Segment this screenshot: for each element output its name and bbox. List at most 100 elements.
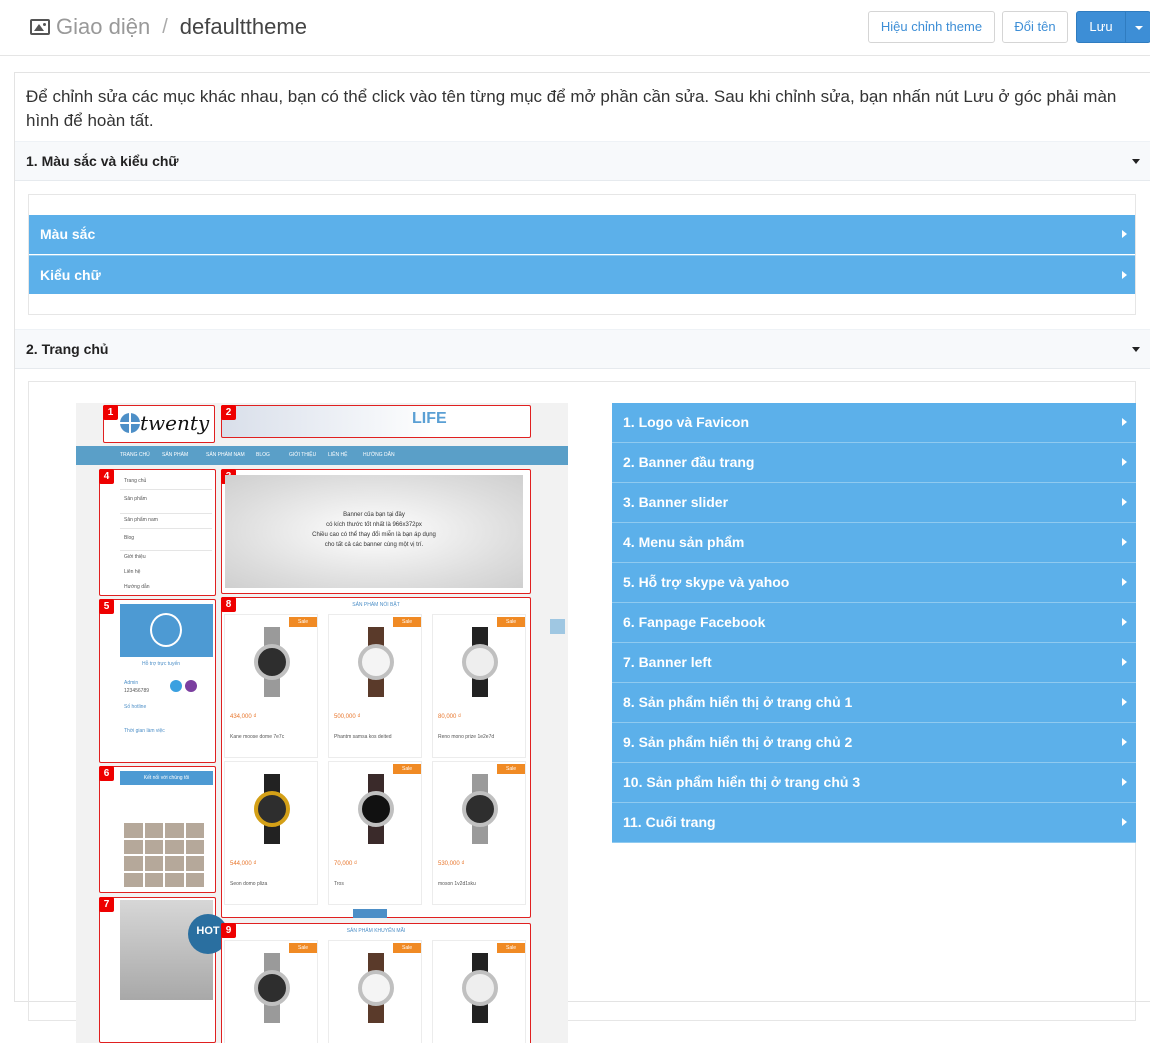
item-label: 3. Banner slider [623,494,729,510]
caret-right-icon [1122,498,1127,506]
item-products-1[interactable]: 8. Sản phẩm hiển thị ở trang chủ 1 [612,683,1136,723]
item-label: 2. Banner đầu trang [623,454,755,470]
menu-item: Sản phẩm [124,496,147,502]
slider-line: Chiều cao có thể thay đổi miễn là bạn áp… [312,532,436,538]
product-card[interactable]: Sale 530,000 ₫ moson 1v2d1sku [432,761,526,905]
caret-right-icon [1122,618,1127,626]
zone-facebook[interactable]: 6 Kết nối với chúng tôi [99,766,216,893]
slider-text: Banner của bạn tại đây có kích thước tốt… [225,510,523,550]
zone-products-1[interactable]: 8 SẢN PHẨM NỔI BẬT Sale 434,000 ₫ Kane m… [221,597,531,918]
view-more-button[interactable] [353,909,387,918]
product-name: Seon domo pliza [230,881,268,887]
section-header-homepage[interactable]: 2. Trang chủ [15,329,1150,369]
zone-product-menu[interactable]: 4 Trang chủ Sản phẩm Sản phẩm nam Blog G… [99,469,216,596]
menu-item: Trang chủ [124,478,147,484]
nav-item: TRANG CHỦ [120,452,150,458]
skype-icon[interactable] [170,680,182,692]
watch-image [457,953,503,1023]
item-label: 1. Logo và Favicon [623,414,750,430]
product-name: Tros [334,881,344,887]
nav-item: LIÊN HỆ [328,452,348,458]
caret-right-icon [1122,658,1127,666]
rename-button[interactable]: Đổi tên [1002,11,1068,43]
section-title: 2. Trang chủ [26,341,109,357]
item-products-3[interactable]: 10. Sản phẩm hiển thị ở trang chủ 3 [612,763,1136,803]
breadcrumb-root[interactable]: Giao diện [56,14,150,40]
nav-item: HƯỚNG DẪN [363,452,395,458]
item-footer[interactable]: 11. Cuối trang [612,803,1136,843]
breadcrumb: Giao diện / defaulttheme [30,14,307,40]
product-name: Reno mono prize 1e2e7d [438,734,495,740]
item-fanpage[interactable]: 6. Fanpage Facebook [612,603,1136,643]
caret-right-icon [1122,578,1127,586]
support-time: Thời gian làm việc [124,728,165,734]
item-banner-left[interactable]: 7. Banner left [612,643,1136,683]
support-hotline: Số hotline [124,704,147,710]
yahoo-icon[interactable] [185,680,197,692]
section-header-colors-fonts[interactable]: 1. Màu sắc và kiểu chữ [15,141,1150,181]
item-colors[interactable]: Màu sắc [29,215,1135,254]
product-price: 544,000 ₫ [230,861,257,867]
item-label: 8. Sản phẩm hiển thị ở trang chủ 1 [623,694,853,710]
menu-divider [120,528,212,529]
product-card[interactable]: Sale 80,000 ₫ Reno mono prize 1e2e7d [432,614,526,758]
homepage-preview: 1 twenty 2 LIFE TRANG CHỦ SẢN PHẨM SẢN P… [76,403,568,1043]
item-support[interactable]: 5. Hỗ trợ skype và yahoo [612,563,1136,603]
zone-top-banner[interactable]: 2 LIFE [221,405,531,438]
product-card[interactable]: Sale [224,940,318,1043]
zone-logo[interactable]: 1 twenty [103,405,215,443]
save-dropdown-button[interactable] [1125,11,1150,43]
item-label: Kiểu chữ [40,267,101,283]
watch-image [249,953,295,1023]
product-price: 434,000 ₫ [230,714,257,720]
caret-right-icon [1122,818,1127,826]
edit-theme-button[interactable]: Hiệu chỉnh theme [868,11,995,43]
save-button[interactable]: Lưu [1076,11,1126,43]
zone-number: 2 [221,405,236,420]
preview-nav: TRANG CHỦ SẢN PHẨM SẢN PHẨM NAM BLOG GIỚ… [76,446,568,465]
zone-number: 6 [99,766,114,781]
zone-banner-left[interactable]: 7 HOT [99,897,228,1043]
product-price: 70,000 ₫ [334,861,358,867]
sale-badge: Sale [393,617,421,627]
support-header [120,604,213,657]
zone-number: 5 [99,599,114,614]
sale-badge: Sale [289,943,317,953]
products-title: SẢN PHẨM KHUYẾN MÃI [346,928,406,934]
nav-item: SẢN PHẨM [162,452,189,458]
product-card[interactable]: 544,000 ₫ Seon domo pliza [224,761,318,905]
slider-line: cho tất cả các banner cùng một vị trí. [324,542,424,548]
product-card[interactable]: Sale [432,940,526,1043]
item-banner-slider[interactable]: 3. Banner slider [612,483,1136,523]
section-title: 1. Màu sắc và kiểu chữ [26,153,179,169]
item-top-banner[interactable]: 2. Banner đầu trang [612,443,1136,483]
watch-image [249,627,295,697]
menu-item: Liên hệ [124,569,141,575]
menu-item: Blog [124,535,135,541]
banner-left-image: HOT [120,900,228,1000]
zone-support[interactable]: 5 Hỗ trợ trực tuyến Admin 123456789 Số h… [99,599,216,763]
menu-item: Sản phẩm nam [124,517,158,523]
nav-item: SẢN PHẨM NAM [206,452,245,458]
item-logo-favicon[interactable]: 1. Logo và Favicon [612,403,1136,443]
watch-image [353,627,399,697]
product-card[interactable]: Sale 70,000 ₫ Tros [328,761,422,905]
item-products-2[interactable]: 9. Sản phẩm hiển thị ở trang chủ 2 [612,723,1136,763]
headset-icon [150,613,182,647]
zone-products-2[interactable]: 9 SẢN PHẨM KHUYẾN MÃI Sale Sale Sale [221,923,531,1043]
logo-icon [120,413,140,433]
sale-badge: Sale [497,943,525,953]
product-card[interactable]: Sale 500,000 ₫ Phantm samsa kos deited [328,614,422,758]
product-price: 530,000 ₫ [438,861,465,867]
product-card[interactable]: Sale 434,000 ₫ Kane moose dome 7e7c [224,614,318,758]
product-name: Kane moose dome 7e7c [230,734,285,740]
product-card[interactable]: Sale [328,940,422,1043]
scroll-top-icon[interactable] [550,619,565,634]
caret-down-icon [1132,347,1140,352]
item-product-menu[interactable]: 4. Menu sản phẩm [612,523,1136,563]
caret-right-icon [1122,458,1127,466]
item-fonts[interactable]: Kiểu chữ [29,255,1135,294]
product-price: 80,000 ₫ [438,714,462,720]
nav-item: BLOG [256,452,270,458]
zone-banner-slider[interactable]: 3 Banner của bạn tại đây có kích thước t… [221,469,531,594]
